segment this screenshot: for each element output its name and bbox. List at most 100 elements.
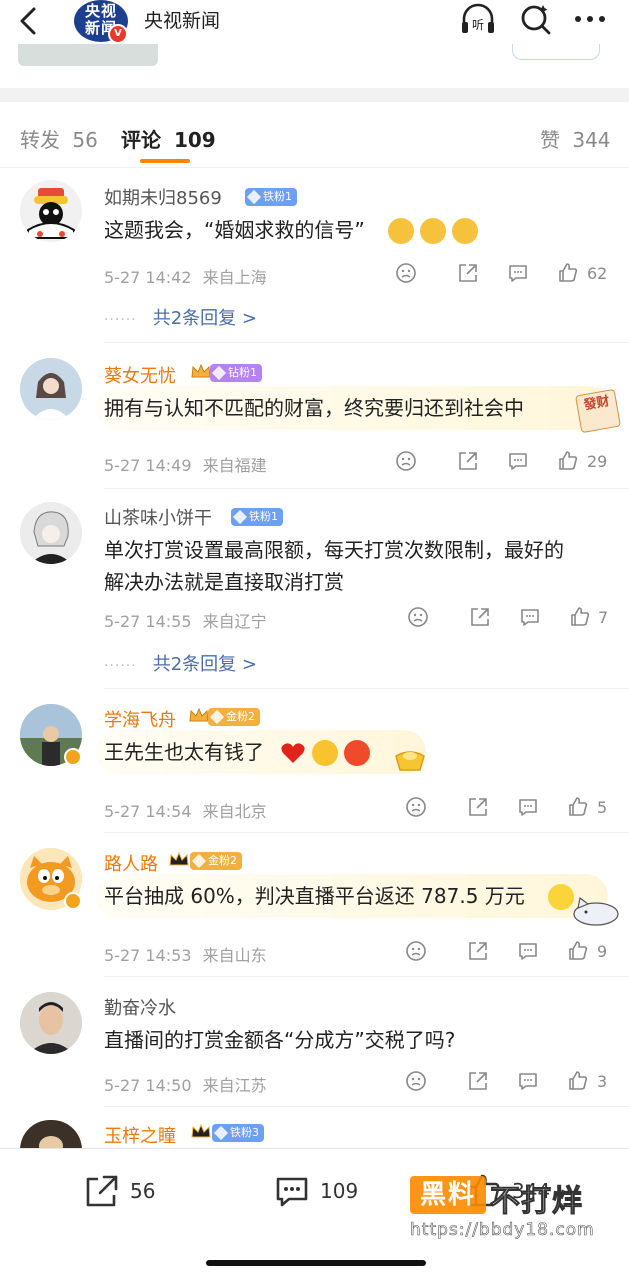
tab-repost-count: 56 — [72, 128, 98, 152]
account-name[interactable]: 央视新闻 — [144, 6, 220, 33]
avatar[interactable] — [20, 358, 82, 420]
share-icon[interactable] — [457, 262, 479, 284]
fan-badge-label: 钻粉1 — [228, 366, 257, 379]
photo-avatar-icon — [20, 358, 82, 420]
home-indicator[interactable] — [206, 1260, 426, 1266]
like-count: 7 — [598, 608, 609, 627]
fan-badge: 金粉2 — [190, 852, 242, 870]
username[interactable]: 学海飞舟 — [104, 706, 176, 732]
dislike-icon[interactable] — [405, 1070, 427, 1092]
username[interactable]: 葵女无忧 — [104, 362, 176, 388]
watermark-text: 不打烊 — [490, 1184, 583, 1220]
dislike-icon[interactable] — [405, 796, 427, 818]
like-icon[interactable] — [567, 940, 589, 962]
tab-repost[interactable]: 转发 56 — [20, 124, 98, 153]
username[interactable]: 山茶味小饼干 — [104, 504, 212, 530]
photo-avatar-icon — [39, 1136, 63, 1150]
comment-text-line2: 解决办法就是直接取消打赏 — [104, 570, 344, 594]
previous-post-button[interactable] — [512, 44, 600, 60]
dislike-icon[interactable] — [395, 262, 417, 284]
tab-comments-count: 109 — [173, 128, 216, 152]
username[interactable]: 路人路 — [104, 850, 158, 876]
reply-icon[interactable] — [507, 262, 529, 284]
diamond-icon — [232, 509, 248, 525]
comment-divider — [104, 488, 629, 489]
photo-avatar-icon — [20, 992, 82, 1054]
comment-time: 5-27 14:49 — [104, 456, 192, 475]
comment-time: 5-27 14:50 — [104, 1076, 192, 1095]
search-icon[interactable] — [516, 2, 556, 38]
share-icon[interactable] — [467, 940, 489, 962]
view-replies-link[interactable]: ······ 共2条回复 > — [104, 304, 257, 330]
dislike-icon[interactable] — [395, 450, 417, 472]
doge-emoji-icon — [420, 218, 446, 244]
reply-icon[interactable] — [517, 940, 539, 962]
avatar[interactable] — [20, 180, 82, 242]
tab-repost-label: 转发 — [20, 128, 60, 152]
comment-text: 王先生也太有钱了 — [104, 740, 264, 764]
dislike-icon[interactable] — [407, 606, 429, 628]
fan-badge: 铁粉1 — [231, 508, 283, 526]
fan-badge-label: 铁粉1 — [249, 510, 278, 523]
like-count: 9 — [597, 942, 608, 961]
avatar[interactable] — [20, 1120, 82, 1150]
comment-location: 来自山东 — [202, 946, 267, 965]
like-icon[interactable] — [569, 606, 591, 628]
tab-likes[interactable]: 赞 344 — [540, 124, 611, 153]
reply-icon[interactable] — [507, 450, 529, 472]
like-count: 5 — [597, 798, 608, 817]
reply-icon[interactable] — [519, 606, 541, 628]
comment-time: 5-27 14:42 — [104, 268, 192, 287]
like-icon[interactable] — [567, 796, 589, 818]
comment-time: 5-27 14:53 — [104, 946, 192, 965]
replies-dots: ······ — [104, 658, 137, 674]
share-icon[interactable] — [469, 606, 491, 628]
fan-badge: 铁粉1 — [245, 188, 297, 206]
vip-crown-icon — [189, 707, 209, 722]
comment-meta: 5-27 14:49 来自福建 — [104, 452, 267, 476]
laughing-emoji-icon — [312, 740, 338, 766]
dislike-icon[interactable] — [405, 940, 427, 962]
reply-icon[interactable] — [517, 796, 539, 818]
comment-icon[interactable] — [274, 1173, 310, 1209]
doge-emoji-icon — [452, 218, 478, 244]
diamond-icon — [191, 853, 207, 869]
verified-icon — [64, 748, 82, 766]
verified-badge-icon: V — [108, 24, 128, 44]
repost-count[interactable]: 56 — [130, 1179, 155, 1203]
tab-comments[interactable]: 评论 109 — [121, 124, 216, 153]
vip-crown-icon — [191, 1123, 211, 1138]
fan-badge-label: 铁粉3 — [230, 1126, 259, 1139]
diamond-icon — [246, 189, 262, 205]
view-replies-link[interactable]: ······ 共2条回复 > — [104, 650, 257, 676]
share-icon[interactable] — [467, 796, 489, 818]
listen-icon[interactable]: 听 — [458, 2, 498, 38]
comment-count[interactable]: 109 — [320, 1179, 358, 1203]
username[interactable]: 玉梓之瞳 — [104, 1122, 176, 1148]
red-heart-icon — [281, 743, 305, 763]
comment-location: 来自北京 — [202, 802, 267, 821]
diamond-icon — [209, 709, 225, 725]
comment-divider — [104, 832, 629, 833]
username[interactable]: 如期未归8569 — [104, 184, 222, 210]
share-icon[interactable] — [457, 450, 479, 472]
avatar[interactable] — [20, 502, 82, 564]
reply-icon[interactable] — [517, 1070, 539, 1092]
listen-label: 听 — [472, 18, 484, 32]
comment-divider — [104, 1106, 629, 1107]
like-icon[interactable] — [557, 450, 579, 472]
replies-dots: ······ — [104, 312, 137, 328]
comment-meta: 5-27 14:55 来自辽宁 — [104, 608, 267, 632]
avatar[interactable] — [20, 992, 82, 1054]
username[interactable]: 勤奋冷水 — [104, 994, 176, 1020]
share-icon[interactable] — [467, 1070, 489, 1092]
comment-text-line1: 单次打赏设置最高限额，每天打赏次数限制，最好的 — [104, 538, 564, 562]
repost-icon[interactable] — [84, 1173, 120, 1209]
like-icon[interactable] — [557, 262, 579, 284]
more-icon[interactable] — [572, 2, 612, 38]
back-arrow-icon[interactable] — [14, 6, 44, 36]
watermark-url: https://bbdy18.com — [410, 1220, 595, 1241]
like-icon[interactable] — [567, 1070, 589, 1092]
vip-crown-icon — [191, 363, 211, 378]
fan-badge: 铁粉3 — [212, 1124, 264, 1142]
